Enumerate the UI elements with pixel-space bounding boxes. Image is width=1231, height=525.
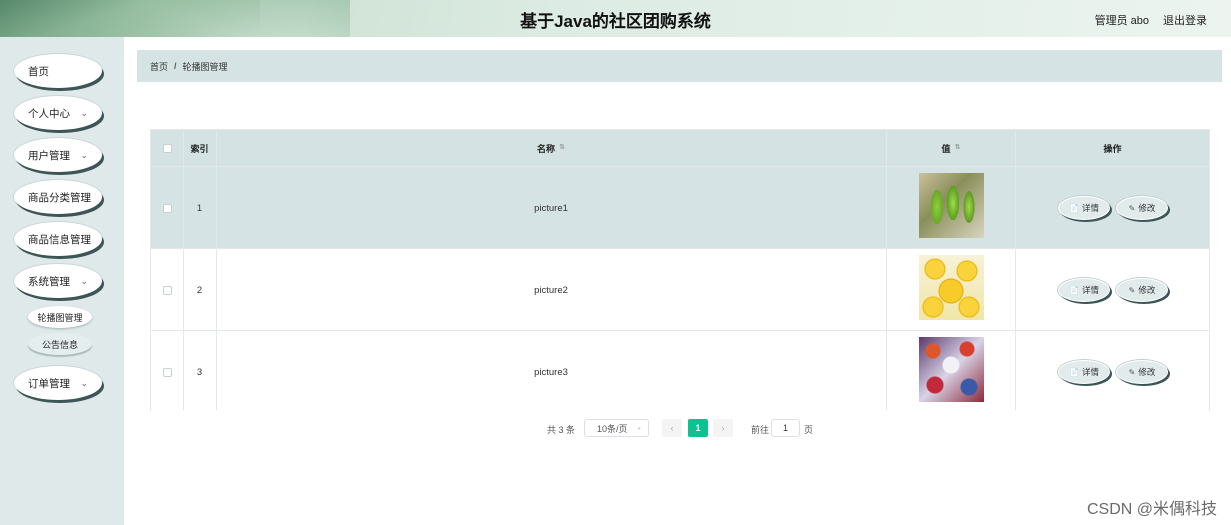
chevron-down-icon: ⌄ <box>636 424 642 431</box>
column-header-label: 值 <box>941 143 951 154</box>
sidebar-item-system[interactable]: 系统管理 ⌄ <box>14 264 102 298</box>
current-page-button[interactable]: 1 <box>688 419 708 437</box>
row-checkbox[interactable] <box>162 203 172 213</box>
watermark: CSDN @米偶科技 <box>1086 501 1217 518</box>
row-index: 3 <box>196 366 203 378</box>
edit-button[interactable]: ✎ 修改 <box>1116 278 1168 302</box>
sidebar-item-label: 用户管理 <box>28 149 70 162</box>
row-checkbox[interactable] <box>162 367 172 377</box>
sidebar-item-products[interactable]: 商品信息管理 <box>14 222 102 256</box>
table-row: 3 picture3 📄 详情 ✎ 修改 <box>151 330 1209 412</box>
sidebar-item-categories[interactable]: 商品分类管理 <box>14 180 102 214</box>
sidebar-item-label: 个人中心 <box>28 107 70 120</box>
page-size-value: 10条/页 <box>597 423 628 434</box>
row-name: picture2 <box>534 284 568 296</box>
edit-icon: ✎ <box>1128 367 1136 377</box>
sort-icon[interactable]: ⇅ <box>955 144 961 151</box>
chevron-down-icon: ⌄ <box>80 378 88 388</box>
button-label: 修改 <box>1138 203 1156 213</box>
edit-button[interactable]: ✎ 修改 <box>1116 360 1168 384</box>
sidebar-subitem-label: 轮播图管理 <box>37 312 83 323</box>
sidebar-item-label: 首页 <box>28 65 49 78</box>
goto-page-input[interactable]: 1 <box>771 419 800 437</box>
pagination-total: 共 3 条 <box>547 425 576 435</box>
column-header-name[interactable]: 名称 ⇅ <box>216 130 886 166</box>
breadcrumb-separator: / <box>174 61 177 71</box>
breadcrumb-home[interactable]: 首页 <box>150 60 168 73</box>
next-page-button[interactable]: › <box>713 419 733 437</box>
row-checkbox-cell <box>151 167 183 249</box>
document-icon: 📄 <box>1069 367 1079 377</box>
edit-icon: ✎ <box>1128 285 1136 295</box>
row-name: picture3 <box>534 366 568 378</box>
column-header-index: 索引 <box>190 143 209 154</box>
carousel-image <box>919 255 984 320</box>
carousel-image <box>919 337 984 402</box>
sidebar-item-label: 系统管理 <box>28 275 70 288</box>
current-user-label: 管理员 abo <box>1094 15 1149 27</box>
sidebar-item-profile[interactable]: 个人中心 ⌄ <box>14 96 102 130</box>
column-divider <box>216 130 217 410</box>
edit-button[interactable]: ✎ 修改 <box>1116 196 1168 220</box>
sidebar-item-label: 商品分类管理 <box>28 191 91 204</box>
button-label: 修改 <box>1138 285 1156 295</box>
pagination: 共 3 条 10条/页 ⌄ ‹ 1 › 前往 1 页 <box>0 419 1231 437</box>
sort-icon[interactable]: ⇅ <box>559 144 565 151</box>
column-header-label: 名称 <box>537 143 556 154</box>
sidebar-item-label: 商品信息管理 <box>28 233 91 246</box>
prev-page-button[interactable]: ‹ <box>662 419 682 437</box>
button-label: 修改 <box>1138 367 1156 377</box>
sidebar-item-label: 订单管理 <box>28 377 70 390</box>
button-label: 详情 <box>1081 285 1099 295</box>
chevron-down-icon: ⌄ <box>80 108 88 118</box>
button-label: 详情 <box>1081 367 1099 377</box>
row-index: 1 <box>196 202 203 214</box>
sidebar-item-home[interactable]: 首页 <box>14 54 102 88</box>
chevron-down-icon: ⌄ <box>80 276 88 286</box>
logout-link[interactable]: 退出登录 <box>1163 12 1207 28</box>
page-size-select[interactable]: 10条/页 ⌄ <box>584 419 649 437</box>
sidebar-subitem-label: 公告信息 <box>41 339 78 350</box>
sidebar-item-users[interactable]: 用户管理 ⌄ <box>14 138 102 172</box>
breadcrumb: 首页 / 轮播图管理 <box>137 50 1222 82</box>
edit-icon: ✎ <box>1128 203 1136 213</box>
row-checkbox-cell <box>151 331 183 413</box>
document-icon: 📄 <box>1069 203 1079 213</box>
column-divider <box>886 130 887 410</box>
header-checkbox-cell <box>151 130 183 166</box>
row-checkbox[interactable] <box>162 285 172 295</box>
column-header-actions: 操作 <box>1103 143 1122 154</box>
column-divider <box>1015 130 1016 410</box>
sidebar: 首页 个人中心 ⌄ 用户管理 ⌄ 商品分类管理 商品信息管理 系统管理 ⌄ 轮播… <box>0 37 124 525</box>
column-divider <box>183 130 184 410</box>
row-index: 2 <box>196 284 203 296</box>
column-header-value[interactable]: 值 ⇅ <box>887 130 1015 166</box>
detail-button[interactable]: 📄 详情 <box>1058 196 1110 220</box>
sidebar-subitem-notices[interactable]: 公告信息 <box>28 333 92 355</box>
breadcrumb-current: 轮播图管理 <box>182 61 228 72</box>
table-row: 2 picture2 📄 详情 ✎ 修改 <box>151 248 1209 330</box>
document-icon: 📄 <box>1069 285 1079 295</box>
page-suffix-label: 页 <box>804 425 814 435</box>
select-all-checkbox[interactable] <box>162 143 172 153</box>
app-title: 基于Java的社区团购系统 <box>520 12 711 31</box>
button-label: 详情 <box>1081 203 1099 213</box>
chevron-down-icon: ⌄ <box>80 150 88 160</box>
row-name: picture1 <box>534 202 568 214</box>
detail-button[interactable]: 📄 详情 <box>1058 278 1110 302</box>
carousel-image <box>919 173 984 238</box>
goto-label: 前往 <box>751 425 770 435</box>
carousel-table: 索引 名称 ⇅ 值 ⇅ 操作 1 picture1 📄 详情 ✎ 修改 2 pi… <box>150 129 1210 412</box>
row-checkbox-cell <box>151 249 183 331</box>
detail-button[interactable]: 📄 详情 <box>1058 360 1110 384</box>
table-header: 索引 名称 ⇅ 值 ⇅ 操作 <box>151 130 1209 166</box>
sidebar-subitem-carousel[interactable]: 轮播图管理 <box>28 306 92 328</box>
sidebar-item-orders[interactable]: 订单管理 ⌄ <box>14 366 102 400</box>
table-row: 1 picture1 📄 详情 ✎ 修改 <box>151 166 1209 248</box>
top-header: 基于Java的社区团购系统 管理员 abo 退出登录 <box>0 0 1231 37</box>
